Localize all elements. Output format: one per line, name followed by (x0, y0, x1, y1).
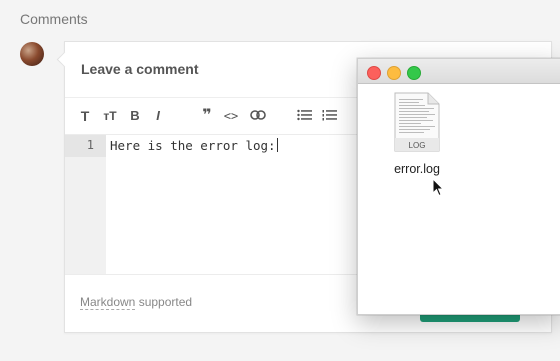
comments-heading: Comments (20, 11, 88, 27)
link-icon (250, 108, 266, 123)
code-button[interactable]: <> (222, 106, 240, 126)
file-type-label: LOG (409, 141, 426, 150)
close-window-button[interactable] (367, 66, 381, 80)
markdown-link[interactable]: Markdown (80, 295, 136, 310)
finder-window: LOG error.log (357, 58, 560, 315)
text-size-icon: тT (103, 109, 117, 123)
markdown-note: Markdown supported (80, 295, 193, 310)
active-line-gutter: 1 (65, 135, 106, 157)
minimize-window-button[interactable] (387, 66, 401, 80)
markdown-supported-text: supported (138, 295, 193, 309)
bold-button[interactable]: B (129, 106, 141, 126)
page: Comments Leave a comment T тT B I ❞ <> 1… (0, 0, 560, 361)
header-icon: T (80, 108, 90, 124)
code-icon: <> (223, 109, 239, 123)
editor-text: Here is the error log: (110, 138, 276, 153)
bulleted-list-icon (296, 108, 312, 123)
quote-icon: ❞ (202, 107, 212, 124)
header-button[interactable]: T (79, 106, 91, 126)
link-button[interactable] (249, 106, 267, 126)
editor-line[interactable]: Here is the error log: (110, 138, 278, 153)
finder-titlebar[interactable] (358, 59, 560, 84)
bold-icon: B (130, 108, 140, 123)
line-number: 1 (86, 138, 94, 152)
avatar[interactable] (20, 42, 44, 66)
numbered-list-icon (322, 108, 337, 123)
bulleted-list-button[interactable] (295, 106, 313, 126)
zoom-window-button[interactable] (407, 66, 421, 80)
italic-button[interactable]: I (152, 106, 164, 126)
text-size-button[interactable]: тT (101, 106, 119, 126)
italic-icon: I (156, 108, 160, 123)
quote-button[interactable]: ❞ (200, 106, 214, 126)
card-title: Leave a comment (81, 61, 199, 77)
text-caret (276, 138, 278, 152)
numbered-list-button[interactable] (320, 106, 338, 126)
file-name[interactable]: error.log (358, 162, 476, 176)
mouse-pointer-icon (432, 177, 445, 198)
log-file-icon[interactable]: LOG (394, 92, 440, 152)
